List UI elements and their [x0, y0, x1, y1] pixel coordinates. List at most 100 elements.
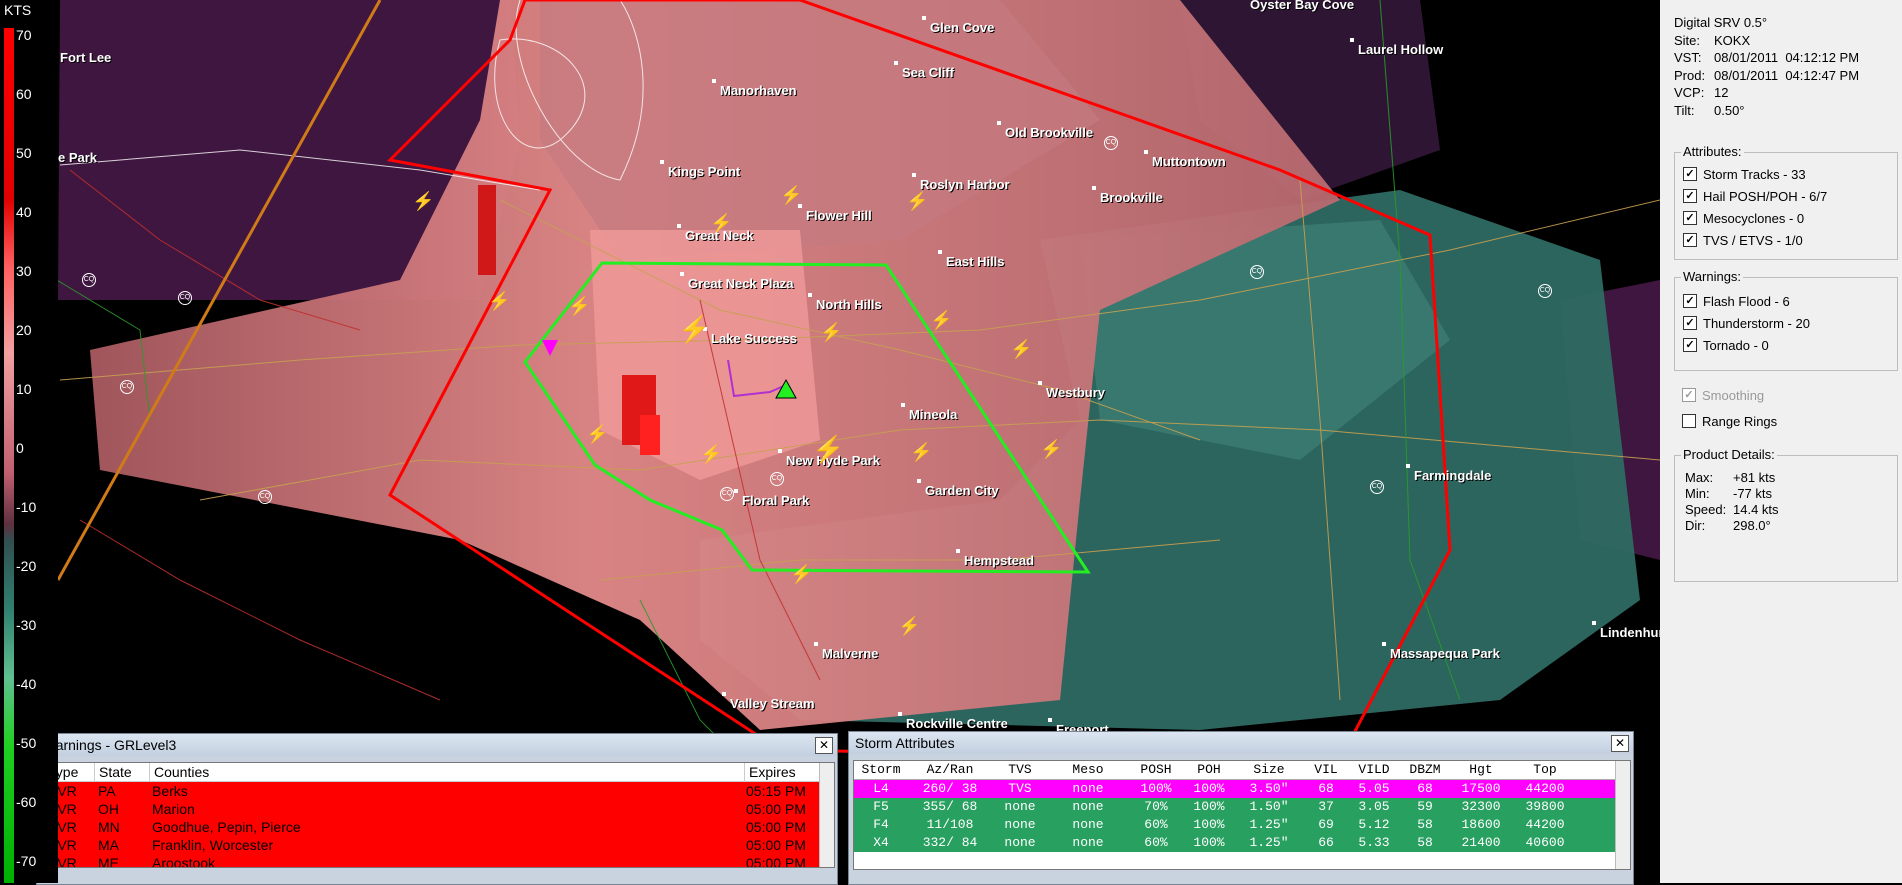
storm-cell: none	[1004, 817, 1036, 832]
column-header[interactable]: Meso	[1048, 761, 1128, 779]
check-icon: ✓	[1682, 388, 1696, 402]
storm-marker-icon[interactable]: ⚡	[586, 425, 608, 443]
table-row[interactable]: SVR OH Marion 05:00 PM	[44, 800, 834, 818]
storm-marker-icon[interactable]: ⚡	[568, 297, 590, 315]
storm-cell: 3.50"	[1249, 781, 1289, 796]
city-label: Old Brookville	[996, 121, 1094, 140]
check-icon: ✓	[1683, 233, 1697, 247]
storm-cell: 44200	[1525, 817, 1565, 832]
column-header[interactable]: TVS	[992, 761, 1048, 779]
velocity-scale: KTS 70 60 50 40 30 20 10 0 -10 -20 -30 -…	[0, 0, 58, 883]
city-label: Rockville Centre	[898, 712, 1008, 731]
warnings-scrollbar[interactable]	[819, 763, 834, 867]
smoothing-checkbox[interactable]: ✓ Smoothing	[1682, 386, 1764, 404]
storm-scrollbar[interactable]	[1615, 761, 1630, 869]
warnings-window-titlebar[interactable]: Warnings - GRLevel3 ✕	[37, 734, 837, 756]
storm-marker-icon[interactable]: ⚡	[812, 436, 844, 462]
column-header[interactable]: Hgt	[1450, 761, 1512, 779]
column-header[interactable]: POSH	[1128, 761, 1184, 779]
column-header[interactable]: Expires	[745, 763, 830, 781]
column-header[interactable]: Size	[1234, 761, 1304, 779]
hail-marker-icon[interactable]: ⚡	[906, 192, 928, 210]
warning-checkbox-flash-flood[interactable]: ✓ Flash Flood - 6	[1683, 292, 1790, 310]
min-value: -77 kts	[1733, 486, 1773, 501]
scale-tick: -40	[16, 676, 37, 692]
check-icon: ✓	[1683, 338, 1697, 352]
scale-tick: 10	[16, 381, 32, 397]
storm-cell: 11/108	[926, 817, 974, 832]
hail-marker-icon[interactable]: ⚡	[790, 565, 812, 583]
warning-state: PA	[98, 783, 116, 799]
warning-checkbox-thunderstorm[interactable]: ✓ Thunderstorm - 20	[1683, 314, 1810, 332]
table-row[interactable]: X4 332/ 84 none none 60% 100% 1.25" 66 5.33 58 214…	[854, 834, 1630, 852]
hail-marker-icon[interactable]: ⚡	[710, 214, 732, 232]
storm-marker-icon[interactable]: ⚡	[1040, 440, 1062, 458]
hail-marker-icon[interactable]: ⚡	[1010, 340, 1032, 358]
storm-cell: 5.05	[1358, 781, 1390, 796]
storm-cell: 100%	[1193, 835, 1225, 850]
storm-cell: 66	[1318, 835, 1334, 850]
storm-marker-icon[interactable]: ⚡	[930, 311, 952, 329]
city-label: North Hills	[808, 293, 882, 312]
column-header[interactable]: Top	[1512, 761, 1578, 779]
storm-cell: 58	[1417, 817, 1433, 832]
table-row[interactable]: L4 260/ 38 TVS none 100% 100% 3.50" 68 5.05 68 175…	[854, 780, 1630, 798]
product-details-group: Product Details: Max: +81 kts Min: -77 kts…	[1674, 447, 1898, 582]
storm-window-titlebar[interactable]: Storm Attributes ✕	[849, 732, 1633, 754]
scale-tick: -50	[16, 735, 37, 751]
storm-cell: 44200	[1525, 781, 1565, 796]
storm-marker-icon[interactable]: ⚡	[820, 323, 842, 341]
storm-marker-icon[interactable]: ⚡	[488, 292, 510, 310]
column-header[interactable]: Counties	[150, 763, 745, 781]
warning-checkbox-tornado[interactable]: ✓ Tornado - 0	[1683, 336, 1769, 354]
column-header[interactable]: State	[95, 763, 150, 781]
city-label: Massapequa Park	[1382, 642, 1500, 661]
range-rings-checkbox[interactable]: Range Rings	[1682, 412, 1777, 430]
close-icon[interactable]: ✕	[815, 737, 833, 754]
attribute-checkbox-tvs[interactable]: ✓ TVS / ETVS - 1/0	[1683, 231, 1803, 249]
storm-cell: 18600	[1461, 817, 1501, 832]
station-marker-icon: CQ	[1250, 265, 1264, 279]
storm-marker-icon[interactable]: ⚡	[700, 445, 722, 463]
storm-cell: 100%	[1193, 799, 1225, 814]
storm-cell: 59	[1417, 799, 1433, 814]
column-header[interactable]: VIL	[1304, 761, 1348, 779]
details-title: Product Details:	[1681, 447, 1777, 462]
storm-cell: 100%	[1193, 817, 1225, 832]
storm-attributes-window: Storm Attributes ✕ Storm Az/Ran TVS Meso…	[848, 731, 1634, 885]
table-row[interactable]: SVR MA Franklin, Worcester 05:00 PM	[44, 836, 834, 854]
column-header[interactable]: VILD	[1348, 761, 1400, 779]
storm-marker-icon[interactable]: ⚡	[678, 316, 710, 342]
speed-label: Speed:	[1685, 502, 1727, 517]
storm-table-header: Storm Az/Ran TVS Meso POSH POH Size VIL …	[854, 761, 1630, 780]
attribute-checkbox-mesocyclones[interactable]: ✓ Mesocyclones - 0	[1683, 209, 1804, 227]
storm-marker-icon[interactable]: ⚡	[910, 443, 932, 461]
storm-cell: 355/ 68	[922, 799, 978, 814]
storm-cell: 5.12	[1358, 817, 1390, 832]
city-label: Sea Cliff	[893, 61, 955, 80]
table-row[interactable]: SVR ME Aroostook 05:00 PM	[44, 854, 834, 867]
hail-marker-icon[interactable]: ⚡	[780, 186, 802, 204]
city-label: Floral Park	[733, 489, 810, 508]
table-row[interactable]: F5 355/ 68 none none 70% 100% 1.50" 37 3.05 59 323…	[854, 798, 1630, 816]
table-row[interactable]: F4 11/108 none none 60% 100% 1.25" 69 5.12 58 1860…	[854, 816, 1630, 834]
warning-expires: 05:15 PM	[746, 783, 806, 799]
storm-marker-icon[interactable]: ⚡	[898, 617, 920, 635]
column-header[interactable]: POH	[1184, 761, 1234, 779]
checkbox-label: Mesocyclones - 0	[1703, 210, 1805, 226]
column-header[interactable]: Storm	[854, 761, 908, 779]
column-header[interactable]: DBZM	[1400, 761, 1450, 779]
attribute-checkbox-storm-tracks[interactable]: ✓ Storm Tracks - 33	[1683, 165, 1806, 183]
table-row[interactable]: SVR MN Goodhue, Pepin, Pierce 05:00 PM	[44, 818, 834, 836]
city-label: East Hills	[938, 250, 1005, 269]
close-icon[interactable]: ✕	[1611, 735, 1629, 752]
hail-marker-icon[interactable]: ⚡	[412, 192, 434, 210]
prod-value: 08/01/2011 04:12:47 PM	[1714, 67, 1860, 83]
table-row[interactable]: SVR PA Berks 05:15 PM	[44, 782, 834, 800]
column-header[interactable]: Az/Ran	[908, 761, 992, 779]
station-marker-icon: CQ	[720, 487, 734, 501]
site-label: Site:	[1674, 32, 1701, 48]
city-label: Glen Cove	[921, 16, 995, 35]
storm-cell: 100%	[1140, 781, 1172, 796]
attribute-checkbox-hail[interactable]: ✓ Hail POSH/POH - 6/7	[1683, 187, 1827, 205]
